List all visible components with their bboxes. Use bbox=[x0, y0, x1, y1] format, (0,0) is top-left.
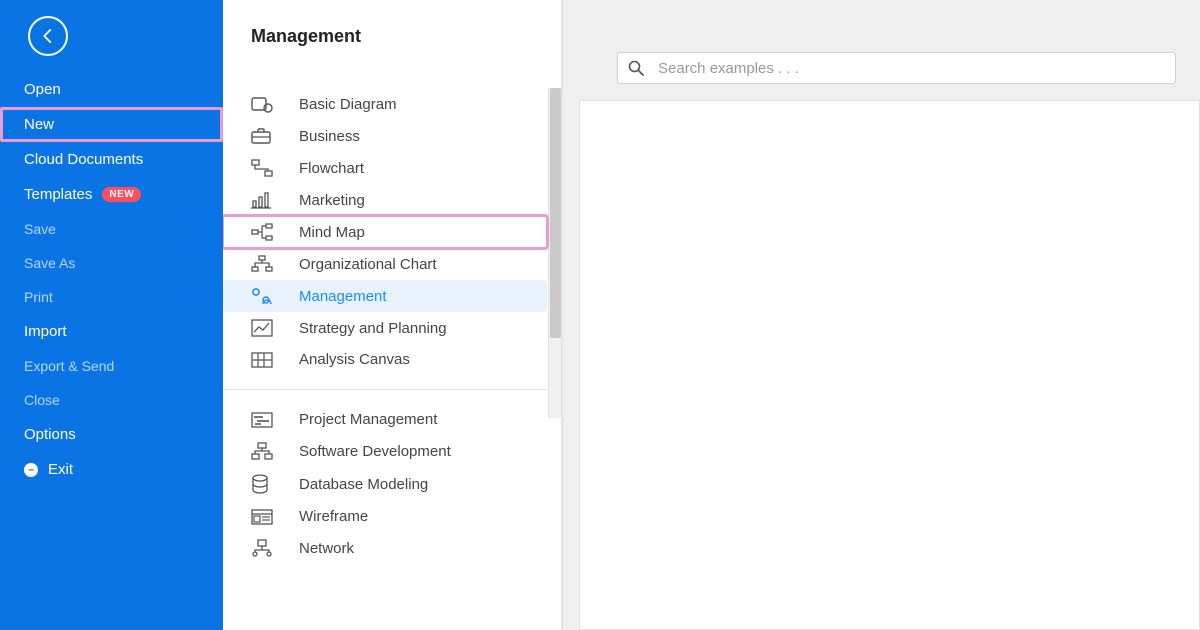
category-org-chart[interactable]: Organizational Chart bbox=[223, 248, 547, 280]
preview-panel bbox=[563, 0, 1200, 630]
search-box[interactable] bbox=[617, 52, 1176, 84]
category-strategy[interactable]: Strategy and Planning bbox=[223, 312, 547, 344]
sidebar-label: New bbox=[24, 116, 54, 133]
mind-map-icon bbox=[251, 223, 283, 241]
sidebar-item-close[interactable]: Close bbox=[0, 383, 223, 417]
category-label: Organizational Chart bbox=[283, 256, 437, 273]
sidebar-label: Cloud Documents bbox=[24, 151, 143, 168]
category-network[interactable]: Network bbox=[223, 532, 547, 564]
exit-icon: – bbox=[24, 463, 38, 477]
sidebar-item-save-as[interactable]: Save As bbox=[0, 246, 223, 280]
category-label: Strategy and Planning bbox=[283, 320, 447, 337]
sidebar-item-cloud-documents[interactable]: Cloud Documents bbox=[0, 142, 223, 177]
category-divider bbox=[223, 389, 547, 390]
sidebar-label: Exit bbox=[48, 461, 73, 478]
org-chart-icon bbox=[251, 255, 283, 273]
category-label: Project Management bbox=[283, 411, 437, 428]
category-flowchart[interactable]: Flowchart bbox=[223, 152, 547, 184]
bar-chart-icon bbox=[251, 191, 283, 209]
sidebar-item-save[interactable]: Save bbox=[0, 212, 223, 246]
basic-diagram-icon bbox=[251, 95, 283, 113]
category-scroll: Basic Diagram Business Flowchart Marketi… bbox=[223, 88, 561, 630]
sidebar-item-options[interactable]: Options bbox=[0, 417, 223, 452]
new-badge: NEW bbox=[102, 187, 141, 202]
category-label: Analysis Canvas bbox=[283, 351, 410, 368]
category-management[interactable]: Management bbox=[223, 280, 547, 312]
category-wireframe[interactable]: Wireframe bbox=[223, 501, 547, 532]
sidebar-item-new[interactable]: New bbox=[0, 107, 223, 142]
network-icon bbox=[251, 539, 283, 557]
category-label: Basic Diagram bbox=[283, 96, 397, 113]
category-mind-map[interactable]: Mind Map bbox=[223, 216, 547, 248]
sidebar-item-exit[interactable]: –Exit bbox=[0, 452, 223, 487]
sidebar-label: Export & Send bbox=[24, 358, 114, 374]
category-analysis-canvas[interactable]: Analysis Canvas bbox=[223, 344, 547, 375]
canvas-grid-icon bbox=[251, 352, 283, 368]
uml-icon bbox=[251, 442, 283, 460]
back-button[interactable] bbox=[28, 16, 68, 56]
database-icon bbox=[251, 474, 283, 494]
category-label: Management bbox=[283, 288, 387, 305]
flowchart-icon bbox=[251, 159, 283, 177]
file-menu-sidebar: Open New Cloud Documents Templates NEW Sa… bbox=[0, 0, 223, 630]
category-list: Basic Diagram Business Flowchart Marketi… bbox=[223, 88, 561, 564]
sidebar-label: Templates bbox=[24, 186, 92, 203]
category-label: Software Development bbox=[283, 443, 451, 460]
category-database-modeling[interactable]: Database Modeling bbox=[223, 467, 547, 501]
sidebar-label: Save As bbox=[24, 255, 75, 271]
sidebar-label: Save bbox=[24, 221, 56, 237]
management-icon bbox=[251, 287, 283, 305]
sidebar-label: Open bbox=[24, 81, 61, 98]
preview-canvas bbox=[579, 100, 1200, 630]
category-label: Mind Map bbox=[283, 224, 365, 241]
sidebar-label: Options bbox=[24, 426, 76, 443]
category-label: Marketing bbox=[283, 192, 365, 209]
wireframe-icon bbox=[251, 509, 283, 525]
category-marketing[interactable]: Marketing bbox=[223, 184, 547, 216]
category-project-management[interactable]: Project Management bbox=[223, 404, 547, 435]
arrow-left-icon bbox=[39, 27, 57, 45]
category-label: Network bbox=[283, 540, 354, 557]
sidebar-item-export-send[interactable]: Export & Send bbox=[0, 349, 223, 383]
search-input[interactable] bbox=[658, 60, 1165, 77]
sidebar-label: Import bbox=[24, 323, 67, 340]
category-label: Flowchart bbox=[283, 160, 364, 177]
category-software-development[interactable]: Software Development bbox=[223, 435, 547, 467]
category-heading: Management bbox=[223, 0, 561, 61]
category-label: Wireframe bbox=[283, 508, 368, 525]
briefcase-icon bbox=[251, 127, 283, 145]
category-label: Database Modeling bbox=[283, 476, 428, 493]
search-icon bbox=[628, 60, 644, 76]
sidebar-item-templates[interactable]: Templates NEW bbox=[0, 177, 223, 212]
category-business[interactable]: Business bbox=[223, 120, 547, 152]
sidebar-item-open[interactable]: Open bbox=[0, 72, 223, 107]
gantt-icon bbox=[251, 412, 283, 428]
sidebar-item-import[interactable]: Import bbox=[0, 314, 223, 349]
category-panel: Management Basic Diagram Business Flowch… bbox=[223, 0, 563, 630]
sidebar-label: Print bbox=[24, 289, 53, 305]
sidebar-item-print[interactable]: Print bbox=[0, 280, 223, 314]
category-label: Business bbox=[283, 128, 360, 145]
line-chart-icon bbox=[251, 319, 283, 337]
category-basic-diagram[interactable]: Basic Diagram bbox=[223, 88, 547, 120]
sidebar-label: Close bbox=[24, 392, 60, 408]
